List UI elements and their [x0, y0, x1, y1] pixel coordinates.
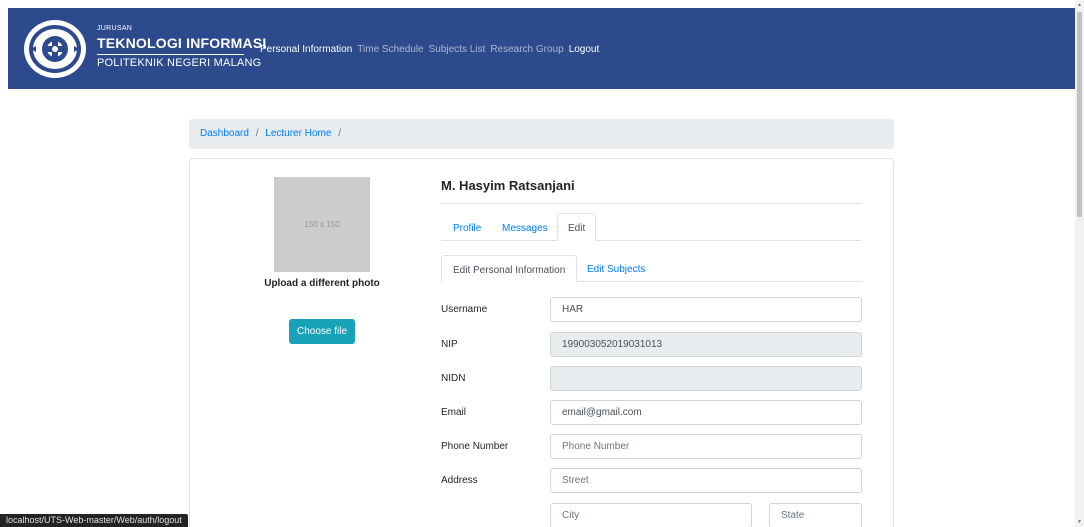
- nip-label: NIP: [441, 339, 458, 350]
- email-input[interactable]: [550, 400, 862, 425]
- tab-edit[interactable]: Edit: [557, 213, 597, 241]
- choose-file-button[interactable]: Choose file: [289, 319, 355, 344]
- brand-subtitle: POLITEKNIK NEGERI MALANG: [97, 57, 262, 69]
- tab-profile[interactable]: Profile: [453, 223, 481, 234]
- breadcrumb: Dashboard / Lecturer Home /: [189, 119, 894, 149]
- nav-research-group[interactable]: Research Group: [490, 44, 563, 55]
- photo-placeholder-text: 150 x 150: [304, 220, 340, 229]
- main-nav: Personal Information Time Schedule Subje…: [260, 44, 599, 55]
- upload-photo-label: Upload a different photo: [264, 278, 380, 289]
- nidn-input: [550, 366, 862, 391]
- subtab-edit-personal-information[interactable]: Edit Personal Information: [441, 255, 578, 282]
- nip-input: [550, 332, 862, 357]
- browser-status-url: localhost/UTS-Web-master/Web/auth/logout: [0, 514, 188, 527]
- phone-number-input[interactable]: [550, 434, 862, 459]
- state-input[interactable]: [769, 503, 862, 527]
- breadcrumb-separator: /: [338, 128, 341, 139]
- polinema-emblem-icon[interactable]: [22, 18, 88, 80]
- phone-number-label: Phone Number: [441, 441, 509, 452]
- breadcrumb-separator: /: [255, 128, 259, 139]
- name-divider: [441, 203, 862, 204]
- vertical-scrollbar[interactable]: ▲ ▼: [1075, 0, 1084, 527]
- nidn-label: NIDN: [441, 373, 466, 384]
- nav-personal-information[interactable]: Personal Information: [260, 44, 352, 55]
- tabs-border: [441, 240, 862, 241]
- brand-divider: [97, 54, 244, 55]
- scroll-up-arrow-icon[interactable]: ▲: [1077, 2, 1082, 8]
- nav-logout[interactable]: Logout: [569, 44, 600, 55]
- page: JURUSAN TEKNOLOGI INFORMASI POLITEKNIK N…: [0, 0, 1084, 527]
- email-label: Email: [441, 407, 467, 418]
- breadcrumb-dashboard[interactable]: Dashboard: [200, 128, 249, 139]
- address-label: Address: [441, 475, 478, 486]
- breadcrumb-lecturer-home[interactable]: Lecturer Home: [265, 128, 331, 139]
- navbar: JURUSAN TEKNOLOGI INFORMASI POLITEKNIK N…: [8, 8, 1075, 89]
- nav-time-schedule[interactable]: Time Schedule: [357, 44, 423, 55]
- username-label: Username: [441, 304, 488, 315]
- lecturer-name: M. Hasyim Ratsanjani: [441, 178, 575, 193]
- city-input[interactable]: [550, 503, 752, 527]
- tab-messages[interactable]: Messages: [502, 223, 548, 234]
- brand-department-label: JURUSAN: [97, 25, 133, 32]
- brand-title: TEKNOLOGI INFORMASI: [97, 35, 267, 51]
- street-input[interactable]: [550, 468, 862, 493]
- username-input[interactable]: [550, 297, 862, 322]
- scrollbar-thumb[interactable]: [1077, 12, 1082, 217]
- profile-photo: 150 x 150: [274, 177, 370, 272]
- nav-subjects-list[interactable]: Subjects List: [429, 44, 486, 55]
- scroll-down-arrow-icon[interactable]: ▼: [1077, 519, 1082, 525]
- subtab-edit-subjects[interactable]: Edit Subjects: [587, 264, 645, 275]
